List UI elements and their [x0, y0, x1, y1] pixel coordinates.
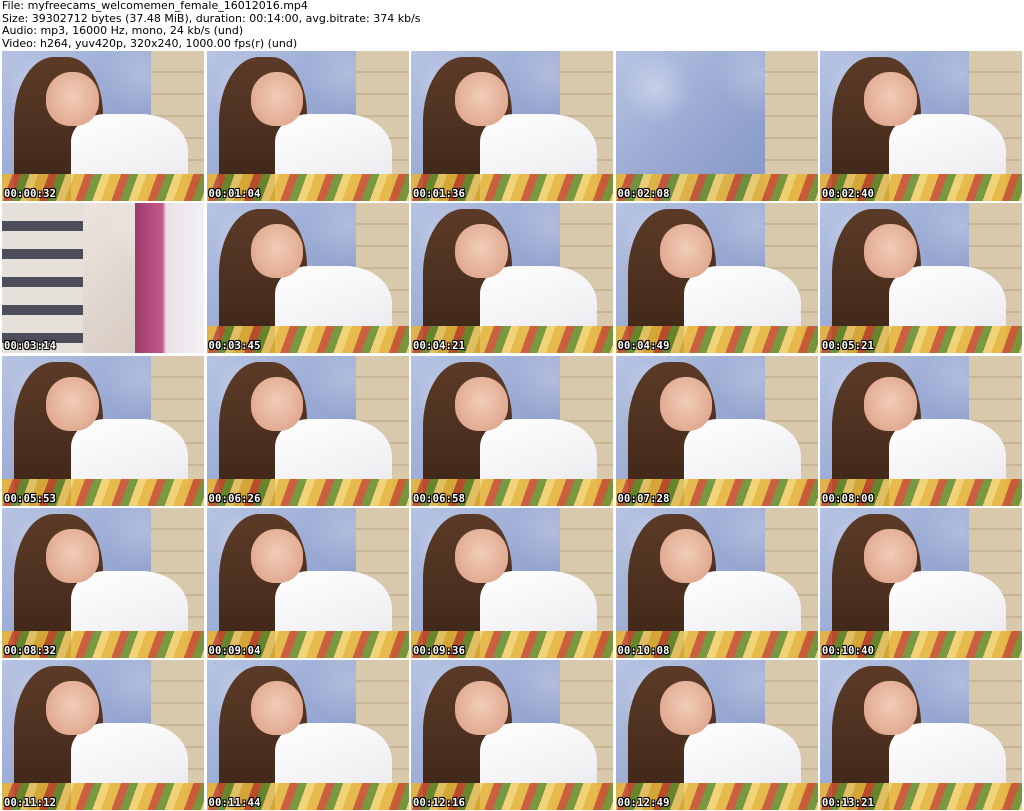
thumbnail-timestamp: 00:07:28 — [617, 492, 670, 505]
video-thumbnail: 00:03:45 — [206, 203, 409, 354]
video-thumbnail: 00:08:32 — [2, 507, 204, 658]
thumbnail-face — [250, 72, 304, 126]
thumbnail-face — [250, 681, 304, 735]
video-thumbnail: 00:03:14 — [2, 203, 204, 354]
thumbnail-timestamp: 00:11:12 — [4, 797, 57, 809]
thumbnail-timestamp: 00:05:53 — [4, 492, 57, 505]
thumbnail-face — [659, 376, 713, 431]
thumbnail-timestamp: 00:12:49 — [617, 797, 670, 809]
thumbnail-timestamp: 00:06:26 — [208, 492, 261, 505]
video-thumbnail: 00:12:16 — [411, 660, 613, 810]
video-thumbnail: 00:10:40 — [820, 507, 1022, 658]
thumbnail-grid: 00:00:32 00:01:04 00:01:36 00:02:08 00:02:40… — [2, 51, 1022, 810]
video-thumbnail: 00:06:26 — [206, 355, 409, 506]
thumbnail-face — [455, 72, 508, 126]
thumbnail-timestamp: 00:01:36 — [413, 188, 466, 200]
thumbnail-timestamp: 00:02:40 — [822, 188, 875, 200]
video-thumbnail: 00:05:21 — [820, 203, 1022, 354]
video-thumbnail: 00:02:40 — [820, 51, 1022, 201]
thumbnail-face — [864, 224, 917, 279]
thumbnail-timestamp: 00:04:49 — [617, 340, 670, 353]
thumbnail-face — [864, 376, 917, 431]
thumbnail-face — [455, 376, 508, 431]
file-name-line: File: myfreecams_welcomemen_female_16012… — [2, 0, 308, 12]
thumbnail-timestamp: 00:09:36 — [413, 644, 466, 657]
thumbnail-timestamp: 00:03:45 — [208, 340, 261, 353]
audio-info-line: Audio: mp3, 16000 Hz, mono, 24 kb/s (und… — [2, 24, 244, 37]
thumbnail-timestamp: 00:12:16 — [413, 797, 466, 809]
thumbnail-face — [46, 376, 99, 431]
video-thumbnail: 00:09:36 — [411, 507, 613, 658]
video-thumbnail: 00:07:28 — [615, 355, 818, 506]
video-thumbnail: 00:12:49 — [615, 660, 818, 810]
thumbnail-face — [659, 224, 713, 279]
thumbnail-timestamp: 00:05:21 — [822, 340, 875, 353]
thumbnail-face — [250, 224, 304, 279]
video-thumbnail: 00:04:21 — [411, 203, 613, 354]
thumbnail-timestamp: 00:10:08 — [617, 644, 670, 657]
thumbnail-timestamp: 00:01:04 — [208, 188, 261, 200]
thumbnail-timestamp: 00:03:14 — [4, 340, 57, 353]
thumbnail-timestamp: 00:08:00 — [822, 492, 875, 505]
thumbnail-timestamp: 00:00:32 — [4, 188, 57, 200]
thumbnail-face — [46, 681, 99, 735]
thumbnail-timestamp: 00:08:32 — [4, 644, 57, 657]
video-thumbnail: 00:01:04 — [206, 51, 409, 201]
thumbnail-face — [864, 72, 917, 126]
video-thumbnail: 00:01:36 — [411, 51, 613, 201]
thumbnail-timestamp: 00:11:44 — [208, 797, 261, 809]
video-thumbnail: 00:11:12 — [2, 660, 204, 810]
video-thumbnail: 00:08:00 — [820, 355, 1022, 506]
video-thumbnail: 00:10:08 — [615, 507, 818, 658]
thumbnail-timestamp: 00:09:04 — [208, 644, 261, 657]
thumbnail-wall-panel — [135, 203, 204, 354]
thumbnail-timestamp: 00:02:08 — [617, 188, 670, 200]
thumbnail-timestamp: 00:13:21 — [822, 797, 875, 809]
thumbnail-face — [46, 72, 99, 126]
thumbnail-face — [864, 681, 917, 735]
thumbnail-face — [250, 376, 304, 431]
thumbnail-timestamp: 00:06:58 — [413, 492, 466, 505]
video-thumbnail: 00:09:04 — [206, 507, 409, 658]
thumbnail-face — [455, 224, 508, 279]
video-thumbnail: 00:00:32 — [2, 51, 204, 201]
video-thumbnail: 00:13:21 — [820, 660, 1022, 810]
thumbnail-timestamp: 00:04:21 — [413, 340, 466, 353]
thumbnail-face — [864, 528, 917, 583]
video-thumbnail: 00:05:53 — [2, 355, 204, 506]
thumbnail-face — [46, 528, 99, 583]
thumbnail-face — [455, 528, 508, 583]
thumbnail-door — [2, 203, 83, 354]
thumbnail-face — [659, 528, 713, 583]
file-info-header: File: myfreecams_welcomemen_female_16012… — [2, 0, 1022, 50]
video-thumbnail: 00:04:49 — [615, 203, 818, 354]
video-thumbnail: 00:06:58 — [411, 355, 613, 506]
thumbnail-face — [659, 681, 713, 735]
video-thumbnail: 00:11:44 — [206, 660, 409, 810]
thumbnail-face — [455, 681, 508, 735]
video-thumbnail: 00:02:08 — [615, 51, 818, 201]
thumbnail-timestamp: 00:10:40 — [822, 644, 875, 657]
thumbnail-face — [250, 528, 304, 583]
video-info-line: Video: h264, yuv420p, 320x240, 1000.00 f… — [2, 36, 298, 50]
